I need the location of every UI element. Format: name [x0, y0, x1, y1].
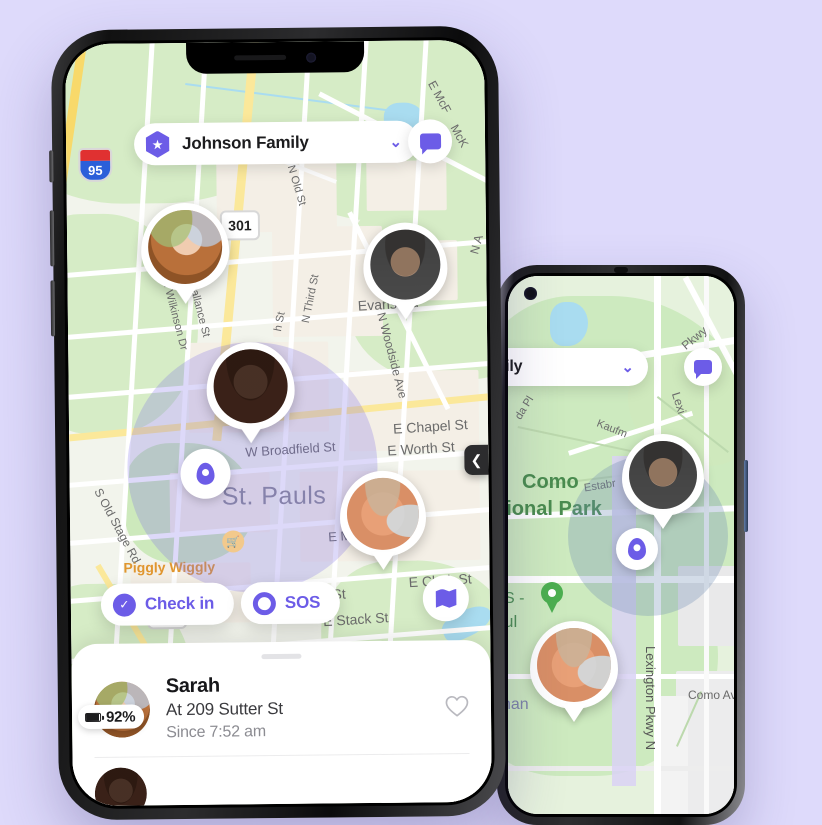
family-name-label: Johnson Family — [181, 132, 309, 153]
avatar-image — [94, 766, 148, 807]
map-fold-icon — [435, 589, 456, 608]
pin-bubble — [362, 222, 448, 308]
member-address: At 209 Sutter St — [165, 698, 283, 720]
heart-outline-icon — [445, 695, 469, 717]
map-block — [366, 160, 447, 212]
android-phone-mockup: Pkwy Lexi Kaufm da Pl Estabr Lexington P… — [497, 265, 748, 825]
pin-bubble — [339, 470, 427, 558]
pin-bubble — [622, 434, 704, 516]
member-list-item[interactable] — [72, 753, 491, 807]
scene: Pkwy Lexi Kaufm da Pl Estabr Lexington P… — [0, 0, 822, 825]
iphone-mockup: 95 301 301 N Old St N Wilkinson Dr N Bal… — [49, 25, 507, 821]
map-layers-button[interactable] — [422, 575, 470, 622]
map-street-label: Como Av — [688, 688, 734, 702]
volume-down-button[interactable] — [50, 280, 56, 337]
iphone-inner: 95 301 301 N Old St N Wilkinson Dr N Bal… — [61, 36, 496, 810]
member-bottom-sheet[interactable]: 92% Sarah At 209 Sutter St Since 7:52 am — [71, 639, 492, 807]
family-selector-chip[interactable]: ★ n Family ⌄ — [508, 348, 648, 386]
current-location-dot[interactable] — [616, 528, 658, 570]
battery-badge: 92% — [77, 704, 145, 730]
battery-icon — [85, 712, 102, 722]
avatar — [147, 209, 223, 285]
pin-bubble — [530, 621, 618, 709]
member-pin-mom[interactable] — [206, 341, 296, 431]
battery-percent: 92% — [105, 708, 136, 726]
member-pin-alex[interactable] — [622, 434, 704, 516]
map-place-label: Como — [522, 471, 579, 493]
map-street-label: S - — [508, 590, 525, 607]
check-in-label: Check in — [144, 593, 215, 614]
green-map-pin-icon[interactable] — [541, 582, 563, 612]
map-street-label: ul — [508, 612, 518, 631]
iphone-screen: 95 301 301 N Old St N Wilkinson Dr N Bal… — [65, 39, 492, 807]
avatar — [346, 477, 420, 551]
earpiece-speaker — [233, 54, 286, 61]
avatar — [369, 229, 441, 301]
iphone-notch — [185, 41, 364, 74]
front-camera — [305, 52, 316, 63]
volume-up-button[interactable] — [49, 210, 55, 267]
member-info: Sarah At 209 Sutter St Since 7:52 am — [166, 671, 430, 743]
chat-button[interactable] — [407, 119, 453, 164]
android-phone-inner: Pkwy Lexi Kaufm da Pl Estabr Lexington P… — [505, 273, 737, 817]
sos-button[interactable]: SOS — [240, 581, 341, 625]
pin-bubble — [140, 202, 230, 292]
side-panel-toggle[interactable]: ❮ — [464, 444, 489, 476]
sos-label: SOS — [284, 592, 321, 612]
chevron-down-icon: ⌄ — [389, 133, 403, 151]
sos-ring-icon — [252, 591, 277, 615]
map-canvas: 95 301 301 N Old St N Wilkinson Dr N Bal… — [65, 39, 492, 807]
member-pin-sarah[interactable] — [140, 202, 230, 292]
family-name-label: n Family — [508, 358, 523, 375]
chat-bubble-icon — [694, 360, 712, 379]
family-selector-chip[interactable]: ★ Johnson Family ⌄ — [133, 120, 419, 166]
front-camera — [524, 287, 537, 300]
shopping-cart-icon: 🛒 — [222, 530, 245, 553]
map-block — [658, 696, 688, 814]
check-in-button[interactable]: ✓ Check in — [100, 582, 235, 626]
avatar — [537, 628, 611, 702]
favorite-button[interactable] — [445, 695, 469, 717]
chevron-left-icon: ❮ — [470, 451, 483, 468]
avatar — [628, 440, 698, 510]
check-circle-icon: ✓ — [112, 593, 137, 617]
avatar — [94, 766, 148, 807]
member-pin-dad[interactable] — [339, 470, 427, 558]
map-street-label: han — [508, 696, 529, 713]
member-name: Sarah — [165, 674, 220, 698]
avatar — [213, 348, 288, 424]
member-pin-alex[interactable] — [362, 222, 448, 308]
member-pin-dad[interactable] — [530, 621, 618, 709]
member-since: Since 7:52 am — [166, 723, 267, 742]
earpiece-speaker — [614, 267, 628, 273]
pin-bubble — [206, 341, 296, 431]
member-list-item[interactable]: 92% Sarah At 209 Sutter St Since 7:52 am — [71, 657, 491, 757]
location-teardrop-icon — [196, 462, 215, 485]
android-map-canvas: Pkwy Lexi Kaufm da Pl Estabr Lexington P… — [508, 276, 734, 814]
location-teardrop-icon — [628, 538, 646, 560]
android-screen: Pkwy Lexi Kaufm da Pl Estabr Lexington P… — [508, 276, 734, 814]
power-button[interactable] — [744, 460, 748, 532]
mute-switch[interactable] — [49, 150, 54, 183]
chat-button[interactable] — [684, 348, 722, 386]
interstate-95-shield: 95 — [78, 147, 113, 183]
map-street-label: Lexington Pkwy N — [643, 646, 658, 751]
shield-star-icon: ★ — [144, 131, 171, 158]
chat-bubble-icon — [419, 133, 441, 150]
current-location-dot[interactable] — [180, 448, 231, 500]
chevron-down-icon: ⌄ — [621, 359, 634, 376]
